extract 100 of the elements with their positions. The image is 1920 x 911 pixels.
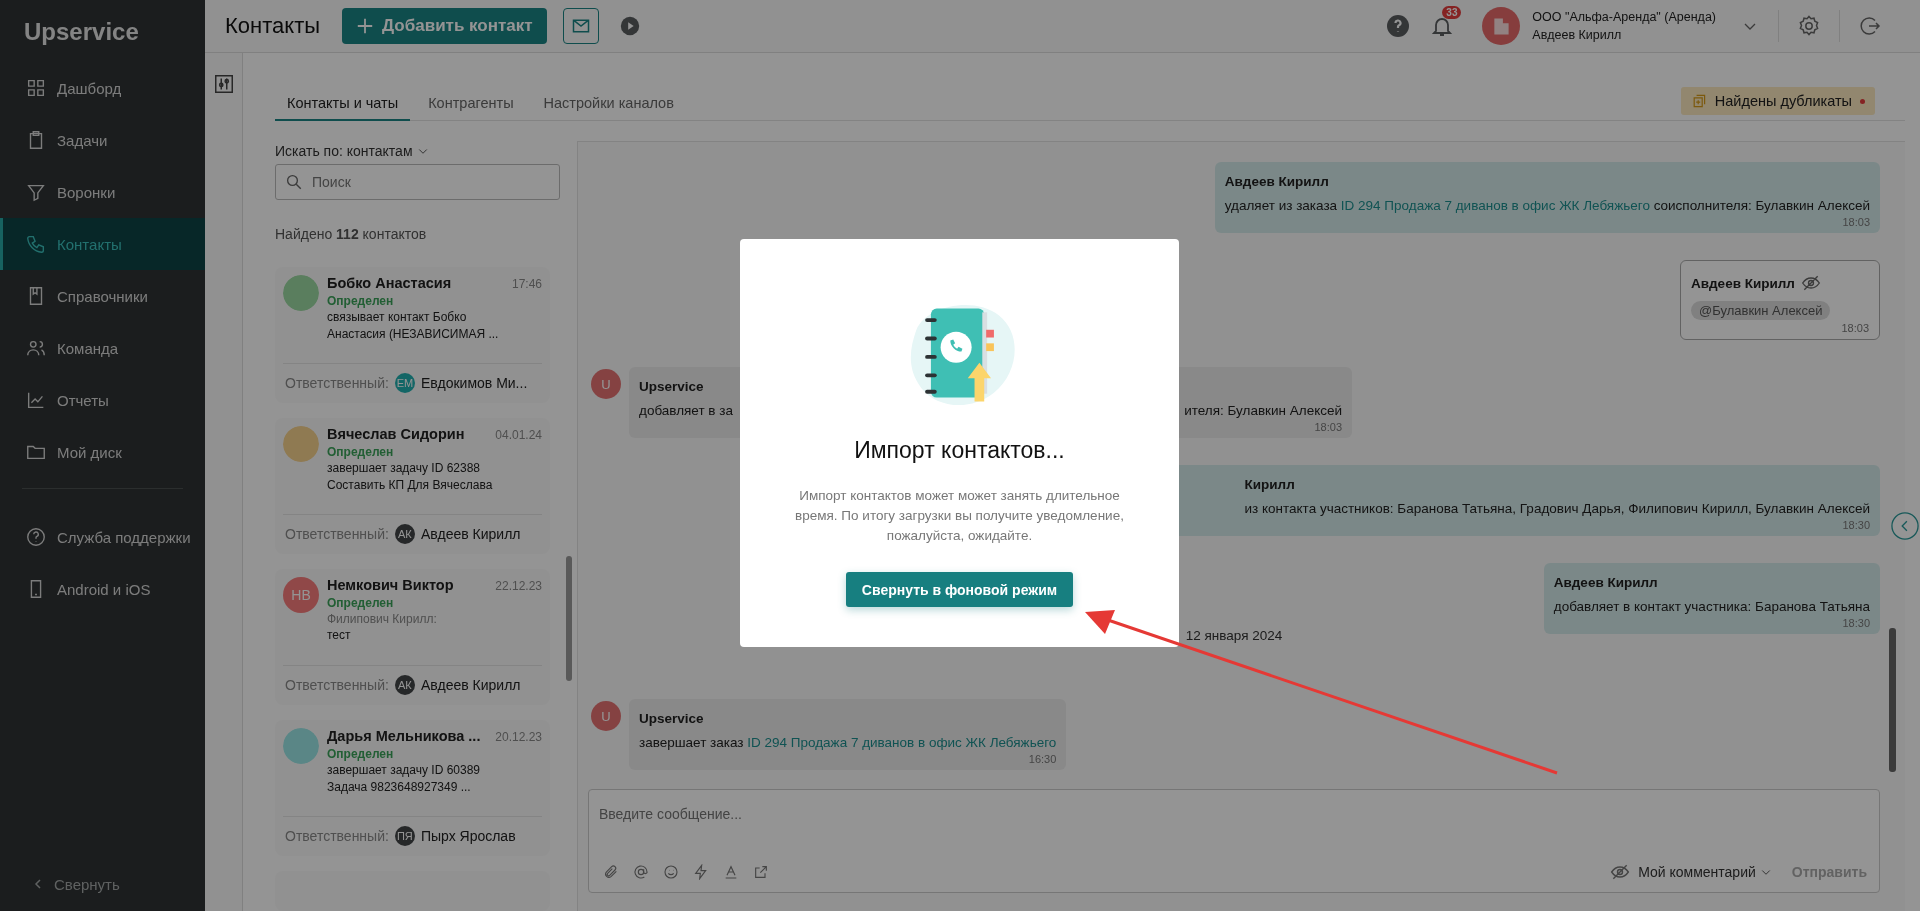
contact-preview: завершает задачу ID 62388 Составить КП Для Вячеслава xyxy=(327,460,494,494)
plus-icon xyxy=(356,17,375,35)
notification-badge: 33 xyxy=(1442,6,1462,19)
settings-icon[interactable] xyxy=(1797,14,1821,38)
sidebar-item[interactable]: Android и iOS xyxy=(0,563,205,615)
paperclip-icon[interactable] xyxy=(603,864,619,880)
sidebar-item[interactable]: Воронки xyxy=(0,166,205,218)
app-logo: Upservice xyxy=(23,17,140,47)
tab[interactable]: Настройки каналов xyxy=(531,95,686,121)
responsible-avatar: ЕМ xyxy=(394,373,415,394)
duplicates-button[interactable]: Найдены дубликаты xyxy=(1680,87,1875,115)
dialog-message: Импорт контактов может может занять длительное время. По итогу загрузки вы получите уведомление, пожалуйста, ожидайте. xyxy=(794,487,1125,545)
contact-avatar: НВ xyxy=(283,577,319,613)
preview-author: Филипович Кирилл: xyxy=(327,612,438,626)
responsible-avatar: ПЯ xyxy=(394,826,415,847)
logout-icon[interactable] xyxy=(1858,14,1882,38)
help-icon[interactable] xyxy=(1386,14,1411,38)
contact-status: Определен xyxy=(327,294,395,308)
contact-time: 22.12.23 xyxy=(495,579,542,593)
contact-name: Немкович Виктор xyxy=(327,577,454,593)
contact-name: Вячеслав Сидорин xyxy=(327,426,465,442)
sidebar-item[interactable]: Контакты xyxy=(0,218,205,270)
message-text: из контакта участников: Баранова Татьяна, Градович Дарья, Филипович Кирилл, Булавкин Алексей xyxy=(1244,501,1870,516)
message-time: 18:30 xyxy=(1842,519,1870,531)
sender-name: Авдеев Кирилл xyxy=(1553,575,1659,590)
contact-name: Бобко Анастасия xyxy=(327,275,452,291)
lightning-icon[interactable] xyxy=(693,864,709,880)
responsible-label: Ответственный: xyxy=(285,828,389,845)
responsible-label: Ответственный: xyxy=(285,375,389,392)
responsible-avatar: АК xyxy=(394,675,415,696)
mention-chip: @Булавкин Алексей xyxy=(1691,301,1831,320)
help-icon xyxy=(25,526,47,548)
eye-off-icon xyxy=(1610,862,1631,882)
contact-preview: завершает задачу ID 60389 Задача 9823648927349 ... xyxy=(327,762,482,796)
sender-avatar: U xyxy=(591,701,621,731)
tab[interactable]: Контрагенты xyxy=(416,95,526,121)
message-time: 18:03 xyxy=(1842,216,1870,228)
contact-status: Определен xyxy=(327,445,395,459)
sender-name: Upservice xyxy=(639,711,705,726)
sidebar-item[interactable]: Служба поддержки xyxy=(0,511,205,563)
filter-settings-icon[interactable] xyxy=(212,73,235,95)
sidebar-item[interactable]: Дашборд xyxy=(0,62,205,114)
sender-avatar: U xyxy=(591,369,621,399)
search-mode-dropdown[interactable]: Искать по: контактам xyxy=(275,141,560,160)
sender-name: Кирилл xyxy=(1244,477,1296,492)
responsible-name: Евдокимов Ми... xyxy=(420,375,528,392)
chevron-left-icon xyxy=(32,878,44,890)
search-field[interactable]: Поиск xyxy=(275,164,560,200)
visibility-dropdown[interactable]: Мой комментарий xyxy=(1638,864,1772,880)
responsible-name: Авдеев Кирилл xyxy=(420,526,521,543)
mail-button[interactable] xyxy=(562,8,599,44)
play-icon[interactable] xyxy=(618,15,641,37)
external-link-icon[interactable] xyxy=(753,864,769,880)
sidebar-item[interactable]: Команда xyxy=(0,322,205,374)
contact-status: Определен xyxy=(327,747,395,761)
sender-name: Upservice xyxy=(639,379,705,394)
minimize-to-background-button[interactable]: Свернуть в фоновой режим xyxy=(845,572,1074,607)
sidebar-item[interactable]: Справочники xyxy=(0,270,205,322)
contact-time: 20.12.23 xyxy=(495,730,542,744)
date-separator: 12 января 2024 xyxy=(1184,628,1284,643)
responsible-label: Ответственный: xyxy=(285,677,389,694)
scrollbar-thumb[interactable] xyxy=(566,556,572,681)
page-title: Контакты xyxy=(225,13,321,39)
message-time: 16:30 xyxy=(1028,753,1057,765)
search-icon xyxy=(285,173,303,191)
message-time: 18:03 xyxy=(1314,421,1342,433)
phone-icon xyxy=(25,233,47,255)
responsible-avatar: АК xyxy=(394,524,415,545)
message-text: удаляет из заказа ID 294 Продажа 7 диванов в офис ЖК Лебяжьего соисполнителя: Булавкин Алексей xyxy=(1224,198,1870,213)
responsible-name: Пырх Ярослав xyxy=(420,828,516,845)
add-contact-button[interactable]: Добавить контакт xyxy=(342,8,547,44)
building-avatar-icon xyxy=(1482,7,1521,45)
text-format-icon[interactable] xyxy=(723,864,739,880)
responsible-name: Авдеев Кирилл xyxy=(420,677,521,694)
order-link[interactable]: ID 294 Продажа 7 диванов в офис ЖК Лебяжьего xyxy=(1340,198,1650,213)
responsible-label: Ответственный: xyxy=(285,526,389,543)
sidebar-item[interactable]: Мой диск xyxy=(0,426,205,478)
message-text: завершает заказ ID 294 Продажа 7 диванов в офис ЖК Лебяжьего xyxy=(639,735,1057,750)
contact-time: 17:46 xyxy=(511,277,542,291)
order-link[interactable]: ID 294 Продажа 7 диванов в офис ЖК Лебяжьего xyxy=(747,735,1057,750)
company-name: ООО "Альфа-Аренда" (Аренда) xyxy=(1532,10,1716,24)
sidebar-item[interactable]: Задачи xyxy=(0,114,205,166)
message-input[interactable]: Введите сообщение... xyxy=(589,790,1879,838)
collapse-button[interactable]: Свернуть xyxy=(0,861,205,907)
sidebar-item[interactable]: Отчеты xyxy=(0,374,205,426)
sender-name: Авдеев Кирилл xyxy=(1691,275,1795,291)
message-text: добавляет в за xyxy=(639,403,733,418)
user-name: Авдеев Кирилл xyxy=(1532,28,1623,42)
message-time: 18:30 xyxy=(1842,617,1870,629)
sender-name: Авдеев Кирилл xyxy=(1224,174,1330,189)
mention-icon[interactable] xyxy=(633,864,649,880)
message-text: добавляет в контакт участника: Баранова Татьяна xyxy=(1553,599,1870,614)
dialog-title: Импорт контактов... xyxy=(854,437,1065,464)
message-time: 18:03 xyxy=(1841,322,1869,334)
contact-preview: связывает контакт Бобко Анастасия (НЕЗАВИСИМАЯ ... xyxy=(327,309,500,343)
panel-toggle-icon[interactable] xyxy=(1891,512,1919,540)
scrollbar-thumb[interactable] xyxy=(1889,628,1896,772)
tab[interactable]: Контакты и чаты xyxy=(275,95,411,121)
contact-name: Дарья Мельникова ... xyxy=(327,728,481,744)
emoji-icon[interactable] xyxy=(663,864,679,880)
